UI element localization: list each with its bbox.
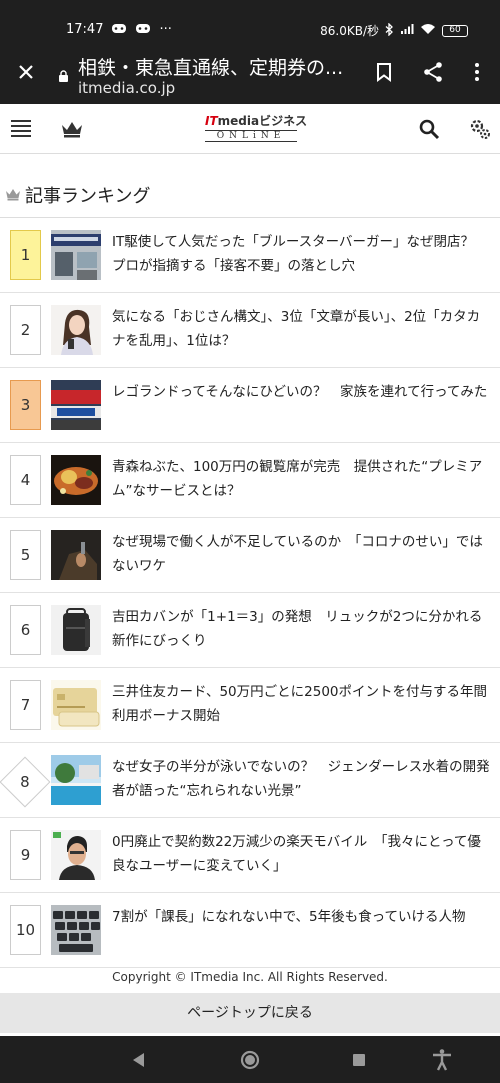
logo-it: IT [205, 114, 218, 128]
site-header: ITmediaビジネス ONLiNE [0, 104, 500, 154]
ranking-item-title[interactable]: なぜ女子の半分が泳いでないの？ ジェンダーレス水着の開発者が語った“忘れられない… [112, 755, 492, 803]
browser-toolbar: 相鉄・東急直通線、定期券の... itmedia.co.jp [0, 40, 500, 104]
ranking-item-7[interactable]: 7 三井住友カード、50万円ごとに2500ポイントを付与する年間利用ボーナス開始 [0, 668, 500, 743]
ranking-item-9[interactable]: 9 0円廃止で契約数22万減少の楽天モバイル 「我々にとって優良なユーザーに変え… [0, 818, 500, 893]
ranking-item-1[interactable]: 1 IT駆使して人気だった「ブルースターバーガー」なぜ閉店？ プロが指摘する「接… [0, 218, 500, 293]
ranking-item-title[interactable]: 0円廃止で契約数22万減少の楽天モバイル 「我々にとって優良なユーザーに変えてい… [112, 830, 492, 878]
thumbnail-pool [51, 755, 101, 805]
status-time: 17:47 [66, 22, 104, 37]
rank-badge: 3 [10, 380, 41, 430]
rank-badge: 1 [10, 230, 41, 280]
copyright-text: Copyright © ITmedia Inc. All Rights Rese… [112, 970, 388, 984]
signal-icon [400, 23, 414, 38]
ranking-item-title[interactable]: 青森ねぶた、100万円の観覧席が完売 提供された“プレミアム”なサービスとは？ [112, 455, 492, 503]
crown-icon[interactable] [60, 119, 84, 139]
logo-media: media [217, 114, 260, 128]
system-navigation-bar [0, 1036, 500, 1083]
rank-badge: 2 [10, 305, 41, 355]
crown-icon [5, 186, 21, 201]
ranking-item-6[interactable]: 6 吉田カバンが「1+1＝3」の発想 リュックが2つに分かれる新作にびっくり [0, 593, 500, 668]
thumbnail-storefront [51, 230, 101, 280]
back-nav-icon[interactable] [127, 1048, 151, 1072]
ranking-item-3[interactable]: 3 レゴランドってそんなにひどいの？ 家族を連れて行ってみた [0, 368, 500, 443]
bluetooth-icon [385, 21, 394, 39]
thumbnail-man-portrait [51, 830, 101, 880]
logo-business: ビジネス [259, 114, 308, 128]
itmedia-business-logo[interactable]: ITmediaビジネス ONLiNE [205, 114, 307, 146]
thumbnail-backpack [51, 605, 101, 655]
thumbnail-legoland [51, 380, 101, 430]
ranking-item-5[interactable]: 5 なぜ現場で働く人が不足しているのか 「コロナのせい」ではないワケ [0, 518, 500, 593]
logo-online: ONLiNE [205, 130, 297, 142]
network-speed: 86.0KB/秒 [320, 24, 379, 38]
rank-badge: 9 [10, 830, 41, 880]
page-url[interactable]: itmedia.co.jp [78, 79, 175, 97]
overflow-menu-icon[interactable] [465, 60, 489, 84]
rank-badge-number: 8 [20, 772, 30, 791]
share-icon[interactable] [421, 60, 445, 84]
thumbnail-nebuta-float [51, 455, 101, 505]
game-controller-icon [135, 23, 151, 37]
rank-badge: 10 [10, 905, 41, 955]
back-to-top-button[interactable]: ページトップに戻る [0, 993, 500, 1033]
ranking-heading: 記事ランキング [0, 170, 500, 218]
thumbnail-woman-phone [51, 305, 101, 355]
ranking-item-title[interactable]: 気になる「おじさん構文」、3位「文章が長い」、2位「カタカナを乱用」、1位は？ [112, 305, 492, 353]
battery-icon: 60 [442, 24, 468, 37]
rank-badge: 8 [0, 756, 51, 808]
ranking-item-title[interactable]: 三井住友カード、50万円ごとに2500ポイントを付与する年間利用ボーナス開始 [112, 680, 492, 728]
recents-nav-icon[interactable] [347, 1048, 371, 1072]
rank-badge: 4 [10, 455, 41, 505]
page-title[interactable]: 相鉄・東急直通線、定期券の... [78, 53, 348, 80]
accessibility-icon[interactable] [430, 1048, 454, 1072]
rank-badge: 5 [10, 530, 41, 580]
thumbnail-credit-card [51, 680, 101, 730]
ranking-item-4[interactable]: 4 青森ねぶた、100万円の観覧席が完売 提供された“プレミアム”なサービスとは… [0, 443, 500, 518]
status-bar: 17:47 ··· 86.0KB/秒 60 [0, 0, 500, 40]
status-more-indicator: ··· [159, 22, 172, 37]
lock-icon [58, 67, 69, 82]
rank-badge: 7 [10, 680, 41, 730]
ranking-list: 1 IT駆使して人気だった「ブルースターバーガー」なぜ閉店？ プロが指摘する「接… [0, 218, 500, 968]
rank-badge: 6 [10, 605, 41, 655]
ranking-item-8[interactable]: 8 なぜ女子の半分が泳いでないの？ ジェンダーレス水着の開発者が語った“忘れられ… [0, 743, 500, 818]
thumbnail-worker [51, 530, 101, 580]
ranking-item-title[interactable]: IT駆使して人気だった「ブルースターバーガー」なぜ閉店？ プロが指摘する「接客不… [112, 230, 492, 278]
ranking-item-2[interactable]: 2 気になる「おじさん構文」、3位「文章が長い」、2位「カタカナを乱用」、1位は… [0, 293, 500, 368]
gear-icon[interactable] [468, 117, 492, 141]
ranking-item-title[interactable]: レゴランドってそんなにひどいの？ 家族を連れて行ってみた [112, 380, 492, 404]
close-icon[interactable] [14, 60, 38, 84]
ranking-title: 記事ランキング [25, 186, 151, 207]
ranking-item-10[interactable]: 10 7割が「課長」になれない中で、5年後も食っていける人物 [0, 893, 500, 968]
ranking-item-title[interactable]: 7割が「課長」になれない中で、5年後も食っていける人物 [112, 905, 492, 929]
home-nav-icon[interactable] [238, 1048, 262, 1072]
game-controller-icon [111, 23, 127, 37]
wifi-icon [420, 23, 436, 38]
bookmark-icon[interactable] [372, 60, 396, 84]
ranking-item-title[interactable]: なぜ現場で働く人が不足しているのか 「コロナのせい」ではないワケ [112, 530, 492, 578]
search-icon[interactable] [418, 118, 440, 140]
ranking-item-title[interactable]: 吉田カバンが「1+1＝3」の発想 リュックが2つに分かれる新作にびっくり [112, 605, 492, 653]
thumbnail-keyboard [51, 905, 101, 955]
hamburger-menu-icon[interactable] [10, 118, 32, 140]
